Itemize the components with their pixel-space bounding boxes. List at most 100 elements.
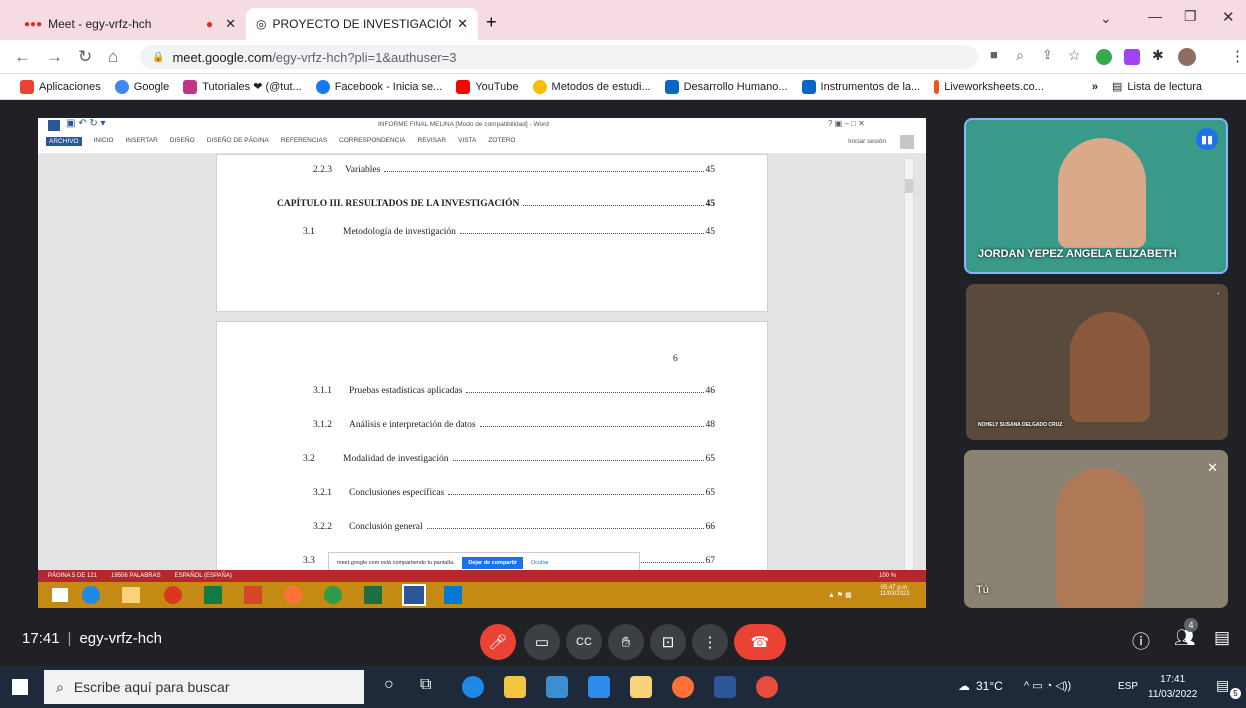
home-icon[interactable]: ⌂ <box>108 47 118 67</box>
app-icon[interactable] <box>204 586 222 604</box>
camera-button[interactable]: ▭ <box>524 624 560 660</box>
close-icon[interactable]: ✕ <box>457 16 468 32</box>
app-icon[interactable] <box>588 676 610 698</box>
menu-archivo[interactable]: ARCHIVO <box>46 137 82 146</box>
vertical-scrollbar[interactable] <box>904 158 914 576</box>
avatar[interactable] <box>1178 48 1196 66</box>
restore-icon[interactable]: ❐ <box>1184 8 1197 25</box>
firefox-icon[interactable] <box>672 676 694 698</box>
menu-vista[interactable]: VISTA <box>458 137 476 146</box>
more-bookmarks-button[interactable]: » <box>1092 81 1098 93</box>
info-icon[interactable]: ⓘ <box>1132 628 1150 654</box>
menu-correspondencia[interactable]: CORRESPONDENCIA <box>339 137 405 146</box>
minimize-icon[interactable]: — <box>1148 8 1162 24</box>
quick-access-icon[interactable]: ▣ ↶ ↻ ▾ <box>66 118 106 129</box>
excel-icon[interactable] <box>364 586 382 604</box>
scrollbar-thumb[interactable] <box>905 179 913 193</box>
bookmark-desarrollo[interactable]: Desarrollo Humano... <box>664 79 788 94</box>
file-explorer-icon[interactable] <box>630 676 652 698</box>
bookmark-aplicaciones[interactable]: Aplicaciones <box>20 79 101 94</box>
close-window-icon[interactable]: ✕ <box>1222 8 1235 26</box>
toc-number: 3.1.1 <box>313 386 332 396</box>
word-count[interactable]: 19506 PALABRAS <box>111 573 161 579</box>
bookmark-liveworksheets[interactable]: Liveworksheets.co... <box>934 79 1044 94</box>
word-icon[interactable] <box>714 676 736 698</box>
page-count[interactable]: PÁGINA 5 DE 121 <box>48 573 97 579</box>
windows-start-icon[interactable] <box>12 679 28 695</box>
zoom-icon[interactable]: ⌕ <box>1016 47 1024 64</box>
tab-search-icon[interactable]: ⌄ <box>1100 10 1112 27</box>
tab-meet[interactable]: ●●● Meet - egy-vrfz-hch ● ✕ <box>14 8 246 40</box>
language-status[interactable]: ESPAÑOL (ESPAÑA) <box>175 573 232 579</box>
folder-icon[interactable] <box>122 587 140 603</box>
firefox-icon[interactable] <box>284 586 302 604</box>
mail-icon[interactable] <box>546 676 568 698</box>
menu-icon[interactable]: ⋮ <box>1230 47 1245 65</box>
tray-icons[interactable]: ^ ▭ ◔ ◁)) <box>1024 679 1071 692</box>
puzzle-icon[interactable]: ✱ <box>1152 47 1164 64</box>
start-icon[interactable] <box>52 588 68 602</box>
menu-referencias[interactable]: REFERENCIAS <box>281 137 327 146</box>
extension-b-icon[interactable] <box>1124 49 1140 65</box>
language-indicator[interactable]: ESP <box>1118 681 1138 692</box>
star-icon[interactable]: ☆ <box>1068 47 1081 64</box>
leave-call-button[interactable]: ☎︎ <box>734 624 786 660</box>
forward-icon[interactable]: → <box>46 47 63 67</box>
more-options-button[interactable]: ⋮ <box>692 624 728 660</box>
sign-in-link[interactable]: Iniciar sesión <box>848 138 886 145</box>
clock-time: 17:41 <box>1160 674 1186 685</box>
system-clock[interactable]: 17:41 11/03/2022 <box>1148 672 1197 702</box>
window-controls-icon[interactable]: ? ▣ – □ ✕ <box>828 119 865 128</box>
toc-entry: CAPÍTULO III. RESULTADOS DE LA INVESTIGA… <box>217 199 767 209</box>
notifications-icon[interactable]: ▤ <box>1216 677 1229 694</box>
participant-tile[interactable]: ✕ Tú <box>964 450 1228 608</box>
menu-insertar[interactable]: INSERTAR <box>126 137 158 146</box>
bookmark-facebook[interactable]: Facebook - Inicia se... <box>315 79 442 94</box>
tab-proyecto[interactable]: ◎ PROYECTO DE INVESTIGACIÓN F ✕ <box>246 8 478 40</box>
reload-icon[interactable]: ↻ <box>78 47 92 67</box>
participant-tile[interactable]: ▮▮ JORDAN YEPEZ ANGELA ELIZABETH <box>964 118 1228 274</box>
hide-button[interactable]: Ocultar <box>531 560 549 566</box>
raise-hand-button[interactable]: ✋︎ <box>608 624 644 660</box>
ie-icon[interactable] <box>82 586 100 604</box>
user-avatar-icon[interactable] <box>900 135 914 149</box>
new-tab-button[interactable]: + <box>486 12 497 33</box>
chat-icon[interactable]: ▤ <box>1214 628 1230 648</box>
back-icon[interactable]: ← <box>14 47 31 67</box>
url-field[interactable]: 🔒 meet.google.com /egy-vrfz-hch?pli=1&au… <box>140 45 978 69</box>
captions-button[interactable]: CC <box>566 624 602 660</box>
more-icon[interactable]: · <box>1217 288 1220 299</box>
camera-icon[interactable]: ■ <box>990 47 998 62</box>
weather-widget[interactable]: ☁ 31°C <box>958 679 1003 693</box>
share-icon[interactable]: ⇪ <box>1042 47 1053 63</box>
bookmark-instrumentos[interactable]: Instrumentos de la... <box>801 79 920 94</box>
bookmark-google[interactable]: Google <box>114 79 169 94</box>
chrome-icon[interactable] <box>324 586 342 604</box>
close-icon[interactable]: ✕ <box>225 16 236 32</box>
extension-icon[interactable] <box>1096 49 1112 65</box>
menu-diseno[interactable]: DISEÑO <box>170 137 195 146</box>
task-view-icon[interactable]: ⧉ <box>420 676 431 694</box>
present-button[interactable]: ⊡ <box>650 624 686 660</box>
taskbar-search[interactable]: ⌕ Escribe aquí para buscar <box>44 670 364 704</box>
menu-inicio[interactable]: INICIO <box>94 137 114 146</box>
bookmark-youtube[interactable]: YouTube <box>456 79 519 94</box>
cortana-icon[interactable]: ○ <box>384 676 394 694</box>
chrome-icon[interactable] <box>756 676 778 698</box>
photos-icon[interactable] <box>444 586 462 604</box>
reading-list[interactable]: ▤ Lista de lectura <box>1112 80 1202 94</box>
menu-zotero[interactable]: ZOTERO <box>488 137 515 146</box>
bookmark-metodos[interactable]: Metodos de estudi... <box>532 79 651 94</box>
mic-off-button[interactable]: 🎤︎ <box>480 624 516 660</box>
menu-revisar[interactable]: REVISAR <box>418 137 447 146</box>
word-taskbar-icon[interactable] <box>402 584 426 606</box>
store-icon[interactable] <box>504 676 526 698</box>
opera-icon[interactable] <box>164 586 182 604</box>
zoom-level[interactable]: 100 % <box>879 573 896 579</box>
stop-sharing-button[interactable]: Dejar de compartir <box>462 557 524 569</box>
menu-diseno-pagina[interactable]: DISEÑO DE PÁGINA <box>207 137 269 146</box>
bookmark-tutoriales[interactable]: Tutoriales ❤ (@tut... <box>183 79 302 94</box>
powerpoint-icon[interactable] <box>244 586 262 604</box>
edge-icon[interactable] <box>462 676 484 698</box>
participant-tile[interactable]: · NOHELY SUSANA DELGADO CRUZ <box>966 284 1228 440</box>
